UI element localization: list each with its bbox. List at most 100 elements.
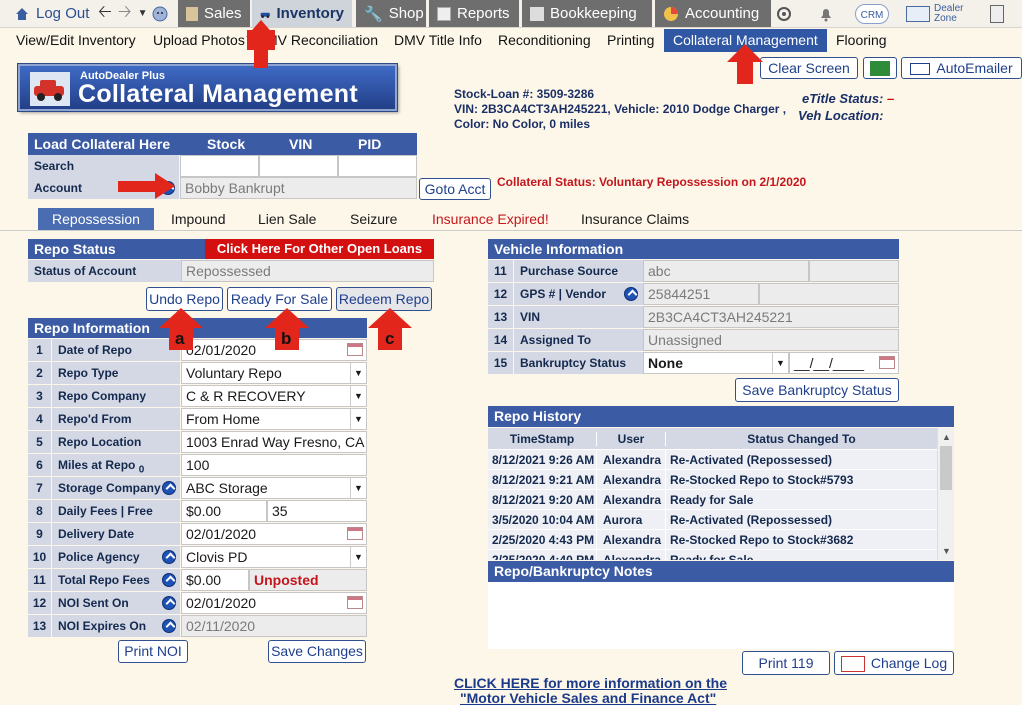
repo-row-input[interactable]: 1003 Enrad Way Fresno, CA 93 bbox=[181, 431, 367, 453]
back-arrow-icon[interactable]: 🡠 bbox=[98, 0, 112, 28]
account-link-icon[interactable] bbox=[161, 181, 175, 195]
account-input[interactable]: Bobby Bankrupt bbox=[180, 177, 417, 199]
history-row[interactable]: 2/25/2020 4:40 PM Alexandra Ready for Sa… bbox=[488, 550, 937, 560]
gps-number-input[interactable]: 25844251 bbox=[643, 283, 759, 305]
repo-row-input[interactable]: 02/01/2020 bbox=[181, 592, 367, 614]
nav-bookkeeping[interactable]: Bookkeeping bbox=[522, 0, 652, 27]
print-noi-button[interactable]: Print NOI bbox=[118, 640, 188, 663]
save-changes-button[interactable]: Save Changes bbox=[268, 640, 366, 663]
chevron-down-icon[interactable]: ▼ bbox=[772, 353, 788, 373]
tab-seizure[interactable]: Seizure bbox=[350, 208, 397, 230]
notes-textarea[interactable] bbox=[488, 582, 954, 649]
clear-screen-button[interactable]: Clear Screen bbox=[760, 57, 858, 79]
history-scrollbar[interactable]: ▲ ▼ bbox=[937, 428, 954, 560]
veh-row-input-2[interactable] bbox=[809, 260, 899, 282]
search-stock-input[interactable] bbox=[180, 155, 259, 177]
spreadsheet-export-button[interactable] bbox=[863, 57, 897, 79]
save-bankruptcy-status-button[interactable]: Save Bankruptcy Status bbox=[735, 378, 899, 402]
tab-insurance-claims[interactable]: Insurance Claims bbox=[581, 208, 689, 230]
repo-row-input[interactable]: From Home ▼ bbox=[181, 408, 367, 430]
crm-button[interactable]: CRM bbox=[855, 0, 889, 27]
scroll-thumb[interactable] bbox=[940, 446, 952, 490]
repo-row-input-2[interactable]: 35 bbox=[267, 500, 367, 522]
other-open-loans-button[interactable]: Click Here For Other Open Loans bbox=[205, 239, 434, 259]
col-status-changed-to[interactable]: Status Changed To bbox=[665, 432, 937, 446]
ready-for-sale-button[interactable]: Ready For Sale bbox=[227, 287, 332, 311]
repo-row-input[interactable]: 02/11/2020 bbox=[181, 615, 367, 637]
chevron-down-icon[interactable]: ▼ bbox=[350, 386, 366, 406]
col-timestamp[interactable]: TimeStamp bbox=[488, 432, 596, 446]
nav-accounting[interactable]: Accounting bbox=[655, 0, 771, 27]
history-row[interactable]: 2/25/2020 4:43 PM Alexandra Re-Stocked R… bbox=[488, 530, 937, 550]
mvsfa-info-link[interactable]: CLICK HERE for more information on the "… bbox=[454, 676, 734, 705]
nav-reports[interactable]: Reports bbox=[429, 0, 519, 27]
gps-vendor-link-icon[interactable] bbox=[624, 287, 638, 301]
mvsfa-link-line2[interactable]: "Motor Vehicle Sales and Finance Act" bbox=[454, 691, 734, 705]
repo-row-input[interactable]: 02/01/2020 bbox=[181, 523, 367, 545]
submenu-dmv-title-info[interactable]: DMV Title Info bbox=[394, 29, 482, 52]
scroll-up-icon[interactable]: ▲ bbox=[942, 432, 951, 442]
lookup-link-icon[interactable] bbox=[162, 550, 176, 564]
repo-row-input[interactable]: 100 bbox=[181, 454, 367, 476]
submenu-view-edit-inventory[interactable]: View/Edit Inventory bbox=[16, 29, 136, 52]
repo-row-input[interactable]: Clovis PD ▼ bbox=[181, 546, 367, 568]
chevron-down-icon[interactable]: ▼ bbox=[350, 547, 366, 567]
undo-repo-button[interactable]: Undo Repo bbox=[146, 287, 223, 311]
lookup-link-icon[interactable] bbox=[162, 596, 176, 610]
tab-insurance-expired[interactable]: Insurance Expired! bbox=[432, 208, 549, 230]
gear-icon[interactable] bbox=[776, 0, 792, 27]
change-log-button[interactable]: Change Log bbox=[834, 651, 954, 675]
tab-impound[interactable]: Impound bbox=[171, 208, 225, 230]
search-pid-input[interactable] bbox=[338, 155, 417, 177]
goto-acct-button[interactable]: Goto Acct bbox=[419, 178, 491, 200]
calendar-icon[interactable] bbox=[347, 527, 363, 540]
repo-row-input[interactable]: $0.00 bbox=[181, 500, 267, 522]
lookup-link-icon[interactable] bbox=[162, 573, 176, 587]
chevron-down-icon[interactable]: ▼ bbox=[350, 363, 366, 383]
calendar-icon[interactable] bbox=[347, 343, 363, 356]
bankruptcy-status-select[interactable]: None ▼ bbox=[643, 352, 789, 374]
lookup-link-icon[interactable] bbox=[162, 619, 176, 633]
nav-sales[interactable]: Sales bbox=[178, 0, 250, 27]
calculator-icon[interactable] bbox=[990, 0, 1004, 27]
search-vin-input[interactable] bbox=[259, 155, 338, 177]
logout-link[interactable]: Log Out bbox=[14, 0, 89, 27]
print-119-button[interactable]: Print 119 bbox=[742, 651, 830, 675]
lookup-link-icon[interactable] bbox=[162, 481, 176, 495]
repo-row-input[interactable]: ABC Storage ▼ bbox=[181, 477, 367, 499]
repo-row-input[interactable]: C & R RECOVERY ▼ bbox=[181, 385, 367, 407]
tab-lien-sale[interactable]: Lien Sale bbox=[258, 208, 316, 230]
history-row[interactable]: 8/12/2021 9:21 AM Alexandra Re-Stocked R… bbox=[488, 470, 937, 490]
submenu-upload-photos[interactable]: Upload Photos bbox=[153, 29, 245, 52]
submenu-printing[interactable]: Printing bbox=[607, 29, 654, 52]
submenu-reconditioning[interactable]: Reconditioning bbox=[498, 29, 591, 52]
dealer-zone-button[interactable]: Dealer Zone bbox=[906, 0, 963, 27]
calendar-icon[interactable] bbox=[879, 356, 895, 369]
history-nav[interactable]: 🡠 🡢 ▼ bbox=[98, 0, 147, 27]
bell-icon[interactable] bbox=[818, 0, 834, 27]
history-row[interactable]: 8/12/2021 9:20 AM Alexandra Ready for Sa… bbox=[488, 490, 937, 510]
chevron-down-icon[interactable]: ▼ bbox=[350, 409, 366, 429]
veh-row-input[interactable]: abc bbox=[643, 260, 809, 282]
redeem-repo-button[interactable]: Redeem Repo bbox=[336, 287, 432, 311]
scroll-down-icon[interactable]: ▼ bbox=[942, 546, 951, 556]
user-avatar-icon[interactable] bbox=[152, 0, 168, 27]
nav-shop[interactable]: 🔧 Shop bbox=[356, 0, 426, 27]
submenu-dmv-reconciliation[interactable]: DMV Reconciliation bbox=[266, 29, 378, 52]
history-row[interactable]: 8/12/2021 9:26 AM Alexandra Re-Activated… bbox=[488, 450, 937, 470]
repo-row-input[interactable]: $0.00 bbox=[181, 569, 249, 591]
col-user[interactable]: User bbox=[596, 432, 665, 446]
repo-row-input[interactable]: 02/01/2020 bbox=[181, 339, 367, 361]
chevron-down-icon[interactable]: ▼ bbox=[138, 8, 148, 19]
history-row[interactable]: 3/5/2020 10:04 AM Aurora Re-Activated (R… bbox=[488, 510, 937, 530]
submenu-collateral-management[interactable]: Collateral Management bbox=[664, 29, 827, 52]
chevron-down-icon[interactable]: ▼ bbox=[350, 478, 366, 498]
nav-inventory[interactable]: Inventory bbox=[252, 0, 352, 27]
tab-repossession[interactable]: Repossession bbox=[38, 208, 154, 230]
autoemailer-button[interactable]: AutoEmailer bbox=[901, 57, 1022, 79]
forward-arrow-icon[interactable]: 🡢 bbox=[118, 0, 132, 28]
submenu-flooring[interactable]: Flooring bbox=[836, 29, 887, 52]
gps-vendor-input[interactable] bbox=[759, 283, 899, 305]
calendar-icon[interactable] bbox=[347, 596, 363, 609]
repo-row-input[interactable]: Voluntary Repo ▼ bbox=[181, 362, 367, 384]
